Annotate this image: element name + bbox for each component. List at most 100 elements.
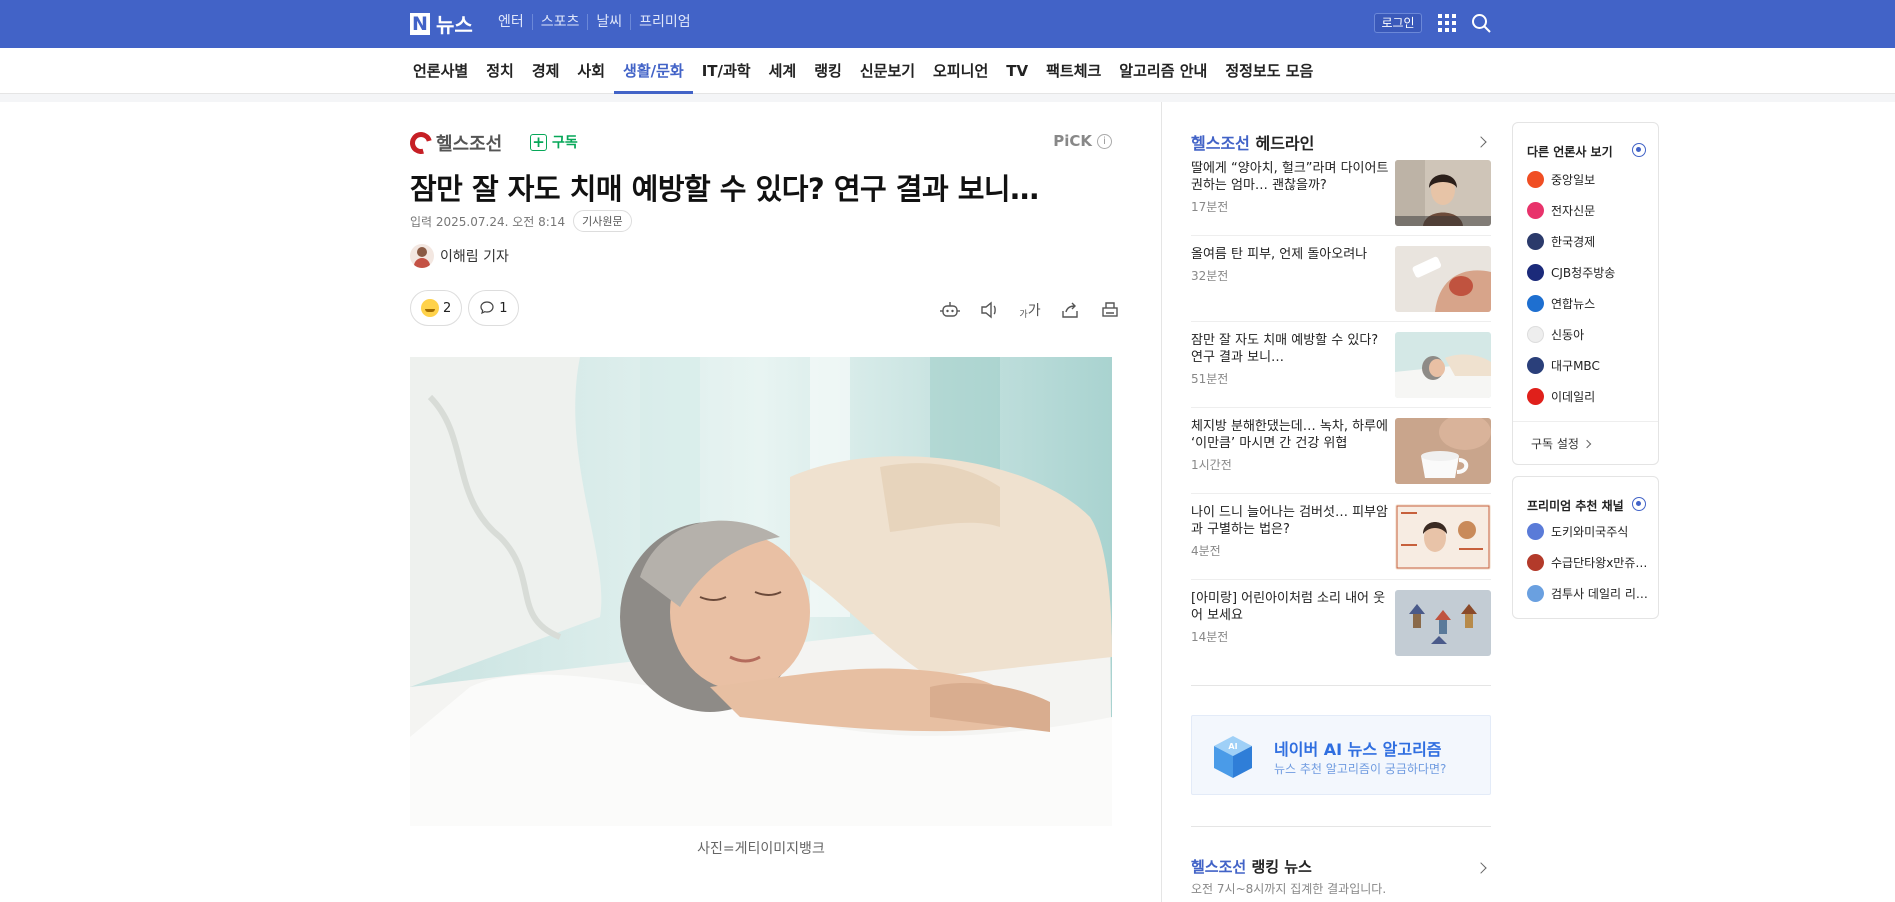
press-item-label: 대구MBC (1551, 359, 1600, 373)
subscription-settings-link[interactable]: 구독 설정 (1531, 435, 1592, 452)
article-tools: 가 가 (930, 298, 1130, 322)
list-divider (1191, 235, 1491, 236)
summary-bot-button[interactable] (930, 298, 970, 322)
tab-opinion[interactable]: 오피니언 (924, 48, 997, 94)
pick-label: PiCK (1053, 132, 1092, 150)
tab-factcheck[interactable]: 팩트체크 (1037, 48, 1110, 94)
tab-corrections[interactable]: 정정보도 모음 (1216, 48, 1322, 94)
tab-world[interactable]: 세계 (760, 48, 806, 94)
info-icon[interactable]: i (1097, 133, 1112, 149)
pick-badge[interactable]: PiCK i (1053, 132, 1112, 150)
headline-item[interactable]: 나이 드니 늘어나는 검버섯… 피부암과 구별하는 법은? 4분전 (1191, 504, 1491, 570)
premium-item[interactable]: 도키와미국주식 (1527, 523, 1628, 540)
share-button[interactable] (1050, 298, 1090, 322)
press-item-joongang[interactable]: 중앙일보 (1527, 171, 1595, 188)
refresh-icon[interactable] (1632, 143, 1646, 157)
reporter-info[interactable]: 이해림 기자 (410, 244, 509, 268)
topnav-sports[interactable]: 스포츠 (531, 14, 588, 30)
press-logo-icon (1527, 264, 1544, 281)
comment-button[interactable]: 1 (468, 290, 519, 326)
news-logo-text: 뉴스 (436, 13, 473, 37)
reporter-name: 이해림 기자 (440, 249, 509, 265)
press-item-label: 전자신문 (1551, 204, 1596, 218)
tab-it-science[interactable]: IT/과학 (693, 48, 760, 94)
headline-item[interactable]: 올여름 탄 피부, 언제 돌아오려나 32분전 (1191, 246, 1491, 312)
headline-item[interactable]: 잠만 잘 자도 치매 예방할 수 있다? 연구 결과 보니… 51분전 (1191, 332, 1491, 398)
press-item-shindonga[interactable]: 신동아 (1527, 326, 1584, 343)
comment-count: 1 (499, 300, 508, 316)
apps-grid-icon[interactable] (1438, 14, 1456, 32)
premium-item[interactable]: 검투사 데일리 리… (1527, 585, 1648, 602)
topnav-weather[interactable]: 날씨 (587, 14, 630, 30)
headline-item[interactable]: [아미랑] 어린아이처럼 소리 내어 웃어 보세요 14분전 (1191, 590, 1491, 656)
naver-logo-icon: N (410, 12, 430, 35)
topnav-entertainment[interactable]: 엔터 (490, 14, 532, 30)
headline-thumbnail (1395, 590, 1491, 656)
premium-item[interactable]: 수급단타왕x만쥬… (1527, 554, 1647, 571)
headline-label: 헤드라인 (1255, 134, 1315, 153)
other-press-title: 다른 언론사 보기 (1527, 145, 1613, 159)
section-divider (1191, 826, 1491, 827)
press-item-edaily[interactable]: 이데일리 (1527, 388, 1595, 405)
headline-item[interactable]: 체지방 분해한댔는데… 녹차, 하루에 ‘이만큼’ 마시면 간 건강 위협 1시간… (1191, 418, 1491, 484)
topnav-premium[interactable]: 프리미엄 (630, 14, 699, 30)
tab-press[interactable]: 언론사별 (404, 48, 477, 94)
font-size-button[interactable]: 가 가 (1010, 298, 1050, 322)
premium-channel-card: 프리미엄 추천 채널 도키와미국주식 수급단타왕x만쥬… 검투사 데일리 리… (1512, 476, 1659, 619)
tab-ranking[interactable]: 랭킹 (805, 48, 851, 94)
listen-button[interactable] (970, 298, 1010, 322)
original-article-button[interactable]: 기사원문 (573, 210, 632, 232)
tab-newspaper[interactable]: 신문보기 (851, 48, 924, 94)
tab-politics[interactable]: 정치 (477, 48, 523, 94)
speaker-icon (981, 301, 996, 319)
press-item-daegu-mbc[interactable]: 대구MBC (1527, 357, 1600, 374)
press-item-label: 신동아 (1551, 328, 1585, 342)
press-item-label: 연합뉴스 (1551, 297, 1596, 311)
article-dateline: 입력 2025.07.24. 오전 8:14 기사원문 (410, 210, 632, 232)
press-item-label: 이데일리 (1551, 390, 1596, 404)
tab-tv[interactable]: TV (997, 48, 1037, 94)
tab-algorithm[interactable]: 알고리즘 안내 (1110, 48, 1216, 94)
column-divider (1161, 102, 1162, 902)
ai-banner-title: 네이버 AI 뉴스 알고리즘 (1274, 740, 1442, 759)
press-item-cjb[interactable]: CJB청주방송 (1527, 264, 1615, 281)
login-button[interactable]: 로그인 (1374, 13, 1422, 33)
headline-item-title: 잠만 잘 자도 치매 예방할 수 있다? 연구 결과 보니… (1191, 333, 1379, 365)
headline-item-time: 1시간전 (1191, 458, 1232, 472)
comment-icon (480, 301, 494, 315)
headline-item-title: 올여름 탄 피부, 언제 돌아오려나 (1191, 247, 1368, 262)
tab-life-culture[interactable]: 생활/문화 (614, 48, 693, 94)
press-name: 헬스조선 (436, 134, 503, 155)
search-icon[interactable] (1471, 13, 1491, 33)
robot-icon (940, 302, 960, 317)
headline-thumbnail (1395, 332, 1491, 398)
press-logo-icon (1527, 171, 1544, 188)
channel-logo-icon (1527, 523, 1544, 540)
ranking-header[interactable]: 헬스조선 랭킹 뉴스 오전 7시~8시까지 집계한 결과입니다. (1191, 856, 1491, 897)
chevron-right-icon[interactable] (1475, 136, 1487, 148)
press-item-etnews[interactable]: 전자신문 (1527, 202, 1595, 219)
channel-logo-icon (1527, 554, 1544, 571)
headline-item[interactable]: 딸에게 “양아치, 헐크”라며 다이어트 권하는 엄마… 괜찮을까? 17분전 (1191, 160, 1491, 226)
reaction-button[interactable]: 2 (410, 290, 463, 326)
print-button[interactable] (1090, 298, 1130, 322)
press-logo-icon (1527, 357, 1544, 374)
naver-news-logo[interactable]: N 뉴스 (410, 9, 473, 38)
headline-item-time: 51분전 (1191, 372, 1229, 386)
tab-economy[interactable]: 경제 (523, 48, 569, 94)
press-item-hankyung[interactable]: 한국경제 (1527, 233, 1595, 250)
press-logo[interactable]: 헬스조선 (405, 127, 503, 159)
subscribe-button[interactable]: + 구독 (530, 132, 578, 152)
press-item-yonhap[interactable]: 연합뉴스 (1527, 295, 1595, 312)
headline-item-title: 체지방 분해한댔는데… 녹차, 하루에 ‘이만큼’ 마시면 간 건강 위협 (1191, 419, 1388, 451)
press-item-label: 중앙일보 (1551, 173, 1596, 187)
headline-header[interactable]: 헬스조선 헤드라인 (1191, 130, 1491, 154)
refresh-icon[interactable] (1632, 497, 1646, 511)
photo-caption: 사진=게티이미지뱅크 (697, 841, 825, 857)
ai-news-algorithm-banner[interactable]: AI 네이버 AI 뉴스 알고리즘 뉴스 추천 알고리즘이 궁금하다면? (1191, 715, 1491, 795)
tab-society[interactable]: 사회 (568, 48, 614, 94)
list-divider (1191, 321, 1491, 322)
ranking-label: 랭킹 뉴스 (1251, 858, 1312, 876)
share-icon (1062, 302, 1078, 318)
list-divider (1191, 407, 1491, 408)
